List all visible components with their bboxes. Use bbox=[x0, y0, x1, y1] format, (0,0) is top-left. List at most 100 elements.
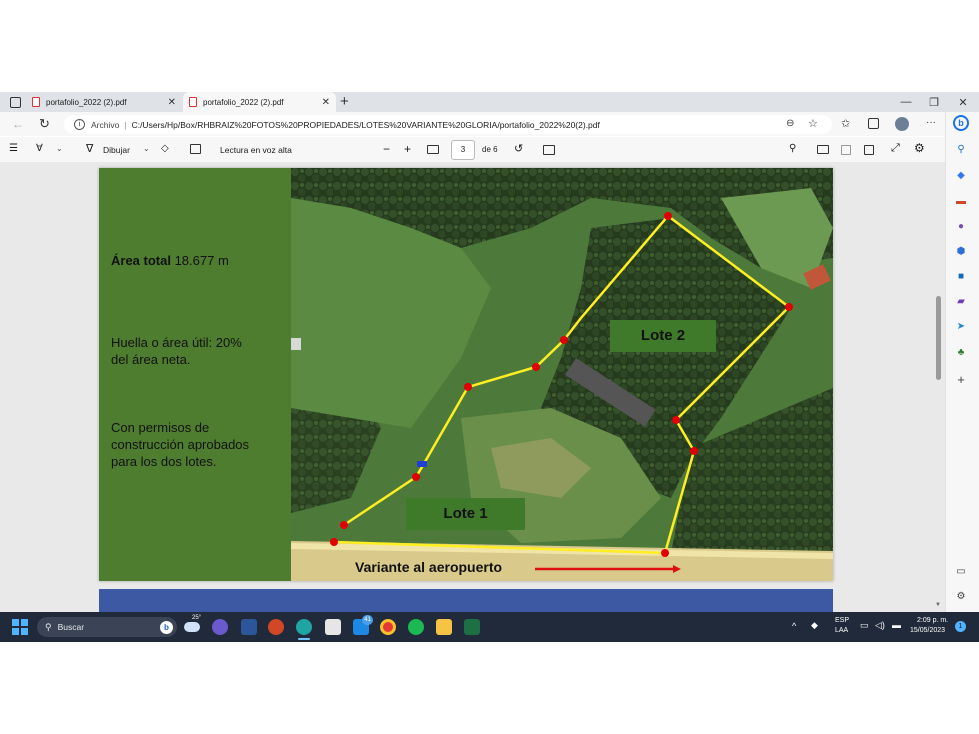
refresh-icon[interactable]: ↻ bbox=[39, 116, 50, 132]
shopping-tag-icon[interactable]: ◆ bbox=[955, 170, 967, 182]
word-icon[interactable] bbox=[241, 619, 257, 635]
favorites-icon[interactable]: ✩ bbox=[841, 117, 850, 130]
tools-briefcase-icon[interactable]: ▬ bbox=[955, 196, 967, 208]
zoom-icon[interactable]: ⊖ bbox=[786, 118, 794, 129]
url-text[interactable]: C:/Users/Hp/Box/RHBRAIZ%20FOTOS%20PROPIE… bbox=[132, 120, 600, 130]
tab-actions-icon[interactable] bbox=[10, 97, 21, 108]
eraser-icon[interactable]: ◇ bbox=[161, 143, 169, 154]
close-window-button[interactable]: ✕ bbox=[948, 92, 978, 112]
fit-page-icon[interactable] bbox=[427, 145, 439, 154]
permisos-line-2: construcción aprobados bbox=[111, 437, 250, 452]
huella-text: Huella o área útil: 20% del área neta. bbox=[111, 334, 242, 368]
windows-start-icon[interactable] bbox=[12, 619, 28, 635]
print-icon[interactable] bbox=[817, 145, 829, 154]
scroll-down-icon[interactable]: ▼ bbox=[935, 602, 941, 608]
lote-2-label: Lote 2 bbox=[610, 320, 716, 352]
info-panel bbox=[99, 168, 291, 581]
profile-avatar[interactable] bbox=[895, 117, 909, 131]
page-number-input[interactable]: 3 bbox=[451, 140, 475, 160]
pdf-file-icon bbox=[189, 97, 197, 107]
page-total-label: de 6 bbox=[482, 145, 498, 154]
read-aloud-label[interactable]: Lectura en voz alta bbox=[220, 145, 292, 155]
favorite-star-icon[interactable]: ☆ bbox=[808, 117, 818, 130]
office-icon[interactable]: ⬢ bbox=[955, 246, 967, 258]
area-total-text: Área total 18.677 m bbox=[111, 252, 229, 269]
tab-portafolio-2-active[interactable]: portafolio_2022 (2).pdf ✕ bbox=[183, 92, 336, 112]
search-icon[interactable]: ⚲ bbox=[955, 144, 967, 156]
save-icon[interactable] bbox=[841, 145, 851, 155]
spotify-icon[interactable] bbox=[408, 619, 424, 635]
edge-sidebar bbox=[945, 112, 979, 612]
snipping-tool-icon[interactable] bbox=[325, 619, 341, 635]
close-tab-icon[interactable]: ✕ bbox=[168, 97, 176, 108]
fullscreen-icon[interactable]: ⤢ bbox=[891, 142, 900, 155]
battery-icon[interactable]: ▬ bbox=[892, 620, 901, 630]
read-aloud-icon[interactable] bbox=[190, 144, 201, 154]
volume-icon[interactable]: ◁) bbox=[875, 620, 885, 631]
address-bar[interactable]: i Archivo | C:/Users/Hp/Box/RHBRAIZ%20FO… bbox=[64, 115, 832, 134]
draw-icon[interactable]: ∇ bbox=[86, 142, 93, 155]
excel-icon[interactable] bbox=[464, 619, 480, 635]
chevron-up-icon[interactable]: ^ bbox=[792, 621, 796, 631]
dropbox-icon[interactable]: ◆ bbox=[811, 620, 818, 631]
network-icon[interactable]: ▭ bbox=[860, 620, 869, 631]
minimize-button[interactable]: — bbox=[891, 92, 921, 112]
weather-temp: 25° bbox=[192, 615, 202, 621]
back-arrow-icon[interactable]: ← bbox=[12, 117, 24, 131]
edge-browser-icon[interactable] bbox=[296, 619, 312, 635]
scrollbar-thumb[interactable] bbox=[936, 296, 941, 380]
teams-chat-icon[interactable] bbox=[212, 619, 228, 635]
powerpoint-icon[interactable] bbox=[268, 619, 284, 635]
collections-icon[interactable] bbox=[868, 118, 879, 129]
language-line-1[interactable]: ESP bbox=[835, 617, 849, 624]
scheme-label: Archivo bbox=[91, 119, 120, 130]
road-label: Variante al aeropuerto bbox=[355, 559, 503, 575]
file-explorer-icon[interactable] bbox=[436, 619, 452, 635]
save-as-icon[interactable] bbox=[864, 145, 874, 155]
chrome-icon[interactable] bbox=[380, 619, 396, 635]
search-icon: ⚲ bbox=[45, 621, 52, 632]
highlight-icon[interactable]: ∀ bbox=[36, 143, 43, 154]
next-pdf-page bbox=[99, 589, 833, 612]
new-tab-button[interactable]: + bbox=[340, 93, 349, 110]
tab-portafolio-1[interactable]: portafolio_2022 (2).pdf ✕ bbox=[32, 92, 182, 112]
bing-icon: b bbox=[160, 620, 173, 634]
draw-label[interactable]: Dibujar bbox=[103, 145, 130, 155]
chevron-down-icon[interactable]: ⌄ bbox=[56, 144, 63, 153]
language-line-2[interactable]: LAA bbox=[835, 627, 848, 634]
weather-icon[interactable] bbox=[184, 622, 200, 632]
split-screen-icon[interactable]: ▭ bbox=[955, 566, 967, 578]
permisos-line-1: Con permisos de bbox=[111, 420, 210, 435]
notifications-badge[interactable]: 1 bbox=[955, 621, 966, 632]
mail-badge: 41 bbox=[362, 615, 373, 625]
address-separator: | bbox=[124, 119, 127, 130]
area-total-value: 18.677 m bbox=[170, 253, 229, 268]
zoom-out-button[interactable]: − bbox=[383, 142, 390, 156]
designer-icon[interactable]: ▰ bbox=[955, 296, 967, 308]
contents-list-icon[interactable]: ☰ bbox=[9, 143, 18, 154]
tree-icon[interactable]: ♣ bbox=[955, 347, 967, 359]
permisos-line-3: para los dos lotes. bbox=[111, 454, 217, 469]
zoom-in-button[interactable]: + bbox=[404, 142, 411, 156]
bing-chat-icon[interactable]: b bbox=[953, 115, 969, 131]
info-icon[interactable]: i bbox=[74, 119, 85, 130]
search-label: Buscar bbox=[57, 622, 85, 632]
area-total-label: Área total bbox=[111, 253, 171, 268]
clock-time[interactable]: 2:09 p. m. bbox=[917, 617, 948, 624]
pdf-file-icon bbox=[32, 97, 40, 107]
add-sidebar-app-icon[interactable]: + bbox=[955, 373, 967, 386]
chevron-down-icon[interactable]: ⌄ bbox=[143, 144, 150, 153]
more-menu-button[interactable]: ··· bbox=[926, 117, 936, 128]
send-icon[interactable]: ➤ bbox=[955, 321, 967, 333]
clock-date[interactable]: 15/05/2023 bbox=[910, 627, 945, 634]
rotate-icon[interactable]: ↺ bbox=[514, 142, 523, 155]
restore-button[interactable]: ❐ bbox=[919, 92, 949, 112]
taskbar-search[interactable]: ⚲ Buscar b bbox=[37, 617, 177, 637]
outlook-icon[interactable]: ■ bbox=[955, 271, 967, 283]
settings-gear-icon[interactable]: ⚙ bbox=[914, 141, 925, 155]
sidebar-settings-icon[interactable]: ⚙ bbox=[955, 591, 967, 603]
search-icon[interactable]: ⚲ bbox=[789, 143, 796, 154]
people-icon[interactable]: ● bbox=[955, 221, 967, 233]
close-tab-icon[interactable]: ✕ bbox=[322, 97, 330, 108]
page-view-icon[interactable] bbox=[543, 145, 555, 155]
